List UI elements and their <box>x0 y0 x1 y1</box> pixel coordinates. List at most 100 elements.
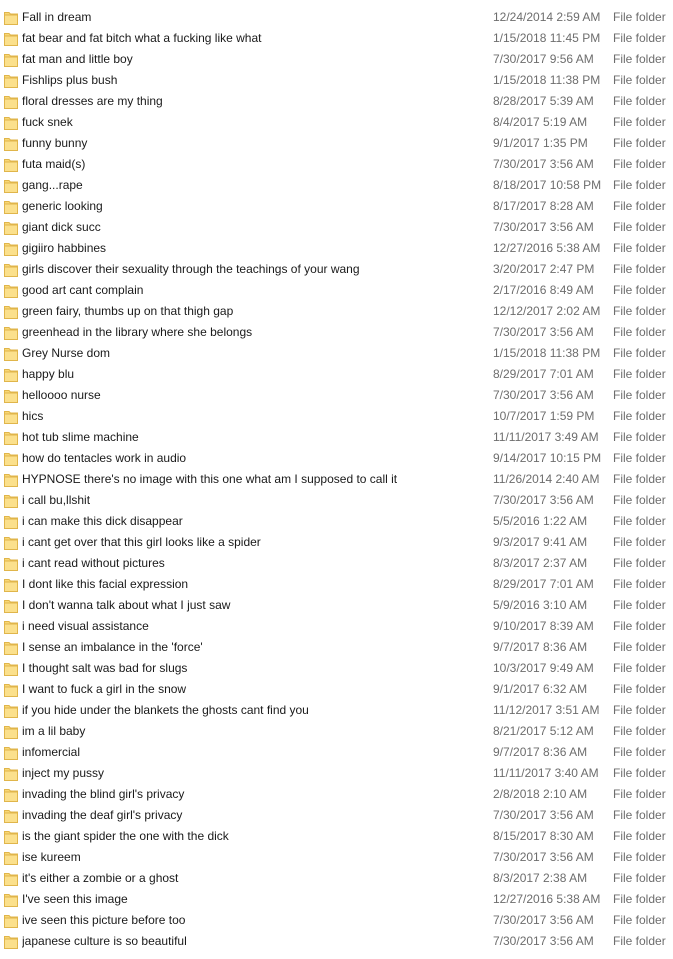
file-row-42[interactable]: I've seen this image 12/27/2016 5:38 AM … <box>0 889 673 910</box>
file-name: Grey Nurse dom <box>22 346 111 360</box>
date-modified: 5/9/2016 3:10 AM <box>493 598 588 612</box>
file-row-39[interactable]: is the giant spider the one with the dic… <box>0 826 673 847</box>
folder-icon <box>4 304 18 319</box>
file-row-28[interactable]: I don't wanna talk about what I just saw… <box>0 595 673 616</box>
file-row-10[interactable]: giant dick succ 7/30/2017 3:56 AM File f… <box>0 217 673 238</box>
file-row-9[interactable]: generic looking 8/17/2017 8:28 AM File f… <box>0 196 673 217</box>
folder-icon <box>4 409 18 424</box>
date-modified: 5/5/2016 1:22 AM <box>493 514 588 528</box>
file-row-18[interactable]: helloooo nurse 7/30/2017 3:56 AM File fo… <box>0 385 673 406</box>
file-name: I want to fuck a girl in the snow <box>22 682 187 696</box>
file-row-43[interactable]: ive seen this picture before too 7/30/20… <box>0 910 673 931</box>
date-modified: 12/27/2016 5:38 AM <box>493 241 601 255</box>
file-row-20[interactable]: hot tub slime machine 11/11/2017 3:49 AM… <box>0 427 673 448</box>
file-name: green fairy, thumbs up on that thigh gap <box>22 304 234 318</box>
file-name: fat man and little boy <box>22 52 133 66</box>
date-modified: 1/15/2018 11:38 PM <box>493 346 601 360</box>
file-row-24[interactable]: i can make this dick disappear 5/5/2016 … <box>0 511 673 532</box>
file-row-38[interactable]: invading the deaf girl's privacy 7/30/20… <box>0 805 673 826</box>
file-row-0[interactable]: Fall in dream 12/24/2014 2:59 AM File fo… <box>0 7 673 28</box>
date-modified: 2/8/2018 2:10 AM <box>493 787 588 801</box>
file-row-5[interactable]: fuck snek 8/4/2017 5:19 AM File folder <box>0 112 673 133</box>
file-type: File folder <box>613 430 666 444</box>
file-row-12[interactable]: girls discover their sexuality through t… <box>0 259 673 280</box>
file-row-17[interactable]: happy blu 8/29/2017 7:01 AM File folder <box>0 364 673 385</box>
file-row-40[interactable]: ise kureem 7/30/2017 3:56 AM File folder <box>0 847 673 868</box>
file-type: File folder <box>613 157 666 171</box>
folder-icon <box>4 136 18 151</box>
folder-icon <box>4 787 18 802</box>
folder-icon <box>4 451 18 466</box>
file-type: File folder <box>613 745 666 759</box>
file-row-44[interactable]: japanese culture is so beautiful 7/30/20… <box>0 931 673 952</box>
file-row-26[interactable]: i cant read without pictures 8/3/2017 2:… <box>0 553 673 574</box>
file-name: infomercial <box>22 745 81 759</box>
date-modified: 8/3/2017 2:38 AM <box>493 871 588 885</box>
file-row-33[interactable]: if you hide under the blankets the ghost… <box>0 700 673 721</box>
file-row-31[interactable]: I thought salt was bad for slugs 10/3/20… <box>0 658 673 679</box>
folder-icon <box>4 577 18 592</box>
file-name: is the giant spider the one with the dic… <box>22 829 229 843</box>
date-modified: 11/26/2014 2:40 AM <box>493 472 600 486</box>
date-modified: 11/11/2017 3:40 AM <box>493 766 599 780</box>
date-modified: 8/29/2017 7:01 AM <box>493 577 594 591</box>
date-modified: 8/21/2017 5:12 AM <box>493 724 594 738</box>
file-row-15[interactable]: greenhead in the library where she belon… <box>0 322 673 343</box>
file-name: futa maid(s) <box>22 157 86 171</box>
file-row-16[interactable]: Grey Nurse dom 1/15/2018 11:38 PM File f… <box>0 343 673 364</box>
file-row-32[interactable]: I want to fuck a girl in the snow 9/1/20… <box>0 679 673 700</box>
file-row-34[interactable]: im a lil baby 8/21/2017 5:12 AM File fol… <box>0 721 673 742</box>
file-row-23[interactable]: i call bu,llshit 7/30/2017 3:56 AM File … <box>0 490 673 511</box>
folder-icon <box>4 661 18 676</box>
file-row-6[interactable]: funny bunny 9/1/2017 1:35 PM File folder <box>0 133 673 154</box>
file-name: ive seen this picture before too <box>22 913 186 927</box>
file-name: gigiiro habbines <box>22 241 107 255</box>
date-modified: 7/30/2017 3:56 AM <box>493 850 594 864</box>
file-row-37[interactable]: invading the blind girl's privacy 2/8/20… <box>0 784 673 805</box>
file-row-13[interactable]: good art cant complain 2/17/2016 8:49 AM… <box>0 280 673 301</box>
file-row-11[interactable]: gigiiro habbines 12/27/2016 5:38 AM File… <box>0 238 673 259</box>
folder-icon <box>4 94 18 109</box>
file-row-30[interactable]: I sense an imbalance in the 'force' 9/7/… <box>0 637 673 658</box>
file-row-7[interactable]: futa maid(s) 7/30/2017 3:56 AM File fold… <box>0 154 673 175</box>
folder-icon <box>4 325 18 340</box>
file-row-19[interactable]: hics 10/7/2017 1:59 PM File folder <box>0 406 673 427</box>
file-row-29[interactable]: i need visual assistance 9/10/2017 8:39 … <box>0 616 673 637</box>
folder-icon <box>4 262 18 277</box>
file-row-1[interactable]: fat bear and fat bitch what a fucking li… <box>0 28 673 49</box>
file-name: I've seen this image <box>22 892 128 906</box>
file-row-35[interactable]: infomercial 9/7/2017 8:36 AM File folder <box>0 742 673 763</box>
folder-icon <box>4 241 18 256</box>
file-row-41[interactable]: it's either a zombie or a ghost 8/3/2017… <box>0 868 673 889</box>
file-row-21[interactable]: how do tentacles work in audio 9/14/2017… <box>0 448 673 469</box>
file-name: gang...rape <box>22 178 83 192</box>
folder-icon <box>4 199 18 214</box>
file-row-14[interactable]: green fairy, thumbs up on that thigh gap… <box>0 301 673 322</box>
file-name: how do tentacles work in audio <box>22 451 187 465</box>
file-row-4[interactable]: floral dresses are my thing 8/28/2017 5:… <box>0 91 673 112</box>
folder-icon <box>4 367 18 382</box>
date-modified: 7/30/2017 9:56 AM <box>493 52 594 66</box>
file-list: Fall in dream 12/24/2014 2:59 AM File fo… <box>0 0 673 952</box>
folder-icon <box>4 640 18 655</box>
file-row-22[interactable]: HYPNOSE there's no image with this one w… <box>0 469 673 490</box>
file-row-25[interactable]: i cant get over that this girl looks lik… <box>0 532 673 553</box>
folder-icon <box>4 52 18 67</box>
date-modified: 7/30/2017 3:56 AM <box>493 220 594 234</box>
file-type: File folder <box>613 10 666 24</box>
folder-icon <box>4 388 18 403</box>
file-type: File folder <box>613 220 666 234</box>
file-name: giant dick succ <box>22 220 101 234</box>
file-type: File folder <box>613 115 666 129</box>
date-modified: 9/1/2017 1:35 PM <box>493 136 588 150</box>
file-name: i need visual assistance <box>22 619 149 633</box>
file-name: I don't wanna talk about what I just saw <box>22 598 231 612</box>
file-row-36[interactable]: inject my pussy 11/11/2017 3:40 AM File … <box>0 763 673 784</box>
file-row-2[interactable]: fat man and little boy 7/30/2017 9:56 AM… <box>0 49 673 70</box>
file-row-27[interactable]: I dont like this facial expression 8/29/… <box>0 574 673 595</box>
file-type: File folder <box>613 787 666 801</box>
file-row-8[interactable]: gang...rape 8/18/2017 10:58 PM File fold… <box>0 175 673 196</box>
date-modified: 1/15/2018 11:45 PM <box>493 31 601 45</box>
file-type: File folder <box>613 136 666 150</box>
file-row-3[interactable]: Fishlips plus bush 1/15/2018 11:38 PM Fi… <box>0 70 673 91</box>
